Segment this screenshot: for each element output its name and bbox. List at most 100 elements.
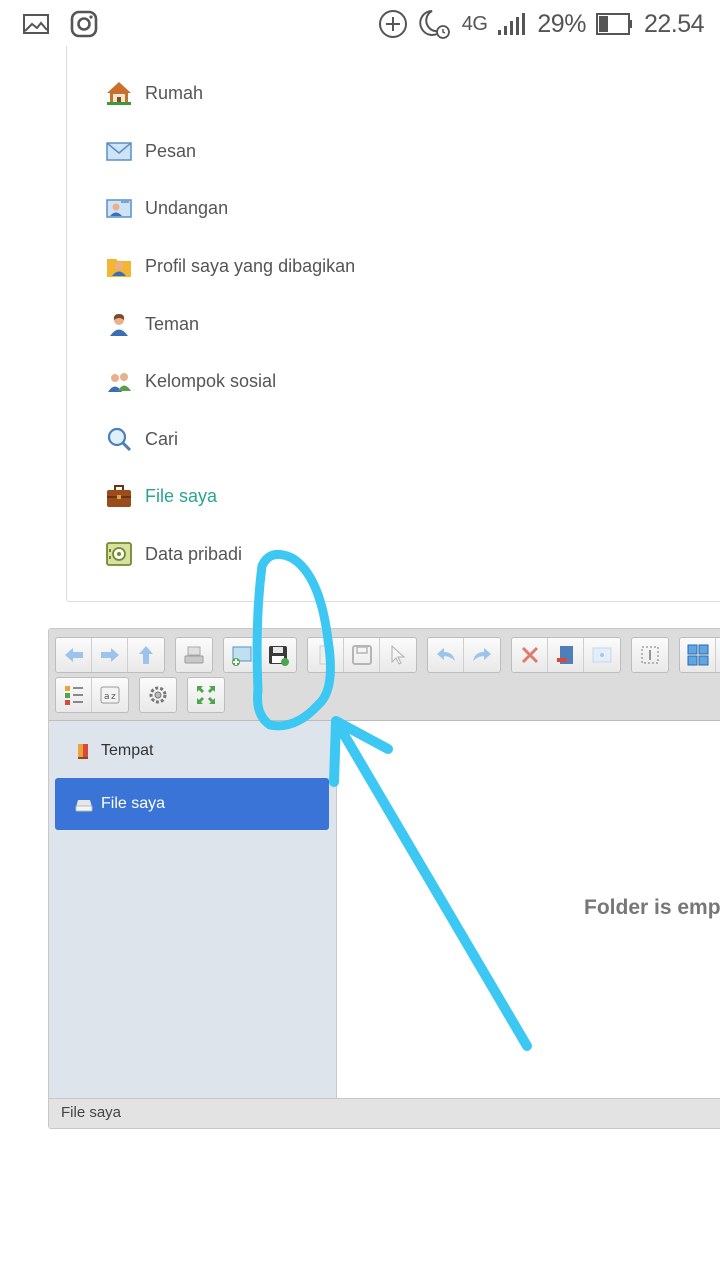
menu-item-label: Data pribadi [145,543,243,564]
svg-text:z: z [111,692,116,702]
drive-reload-icon [184,646,204,664]
add-image-icon [231,646,251,666]
back-button[interactable] [56,638,92,672]
clock: 22.54 [643,9,705,38]
menu-item-label: Rumah [145,82,204,103]
menu-item-file-saya[interactable]: File saya [105,479,217,513]
house-icon [107,82,131,105]
sidebar-item-file-saya[interactable]: File saya [55,778,329,830]
file-manager-sidebar: Tempat File saya [49,721,337,1099]
menu-item-rumah[interactable]: Rumah [105,76,203,110]
menu-item-profil[interactable]: Profil saya yang dibagikan [105,249,355,283]
file-list-area[interactable]: Folder is emp [338,721,720,1099]
menu-item-teman[interactable]: Teman [105,307,199,341]
menu-item-label: Undangan [145,197,229,218]
person-icon [110,314,128,336]
group-icon [108,373,131,392]
upload-button[interactable] [260,638,296,672]
fullscreen-button-group [187,677,225,713]
menu-item-label: File saya [145,485,218,506]
delete-x-icon [521,646,538,664]
floppy-add-icon [269,646,289,666]
file-manager-toolbar: az [49,629,720,721]
undo-button[interactable] [428,638,464,672]
status-path: File saya [61,1104,122,1121]
shared-profile-icon [107,259,131,277]
settings-button[interactable] [140,678,176,712]
drive-icon [75,800,93,812]
menu-item-data-pribadi[interactable]: Data pribadi [105,537,242,571]
forward-button[interactable] [92,638,128,672]
invitation-icon [106,199,132,218]
signal-icon [498,13,526,35]
image-icon [592,647,612,663]
save-button[interactable] [344,638,380,672]
gear-icon [149,686,167,704]
menu-item-cari[interactable]: Cari [105,422,178,456]
magnifier-icon [107,427,132,452]
status-bar: 4G 29% 22.54 [0,0,720,48]
selection-button-group [631,637,669,673]
list-view-button[interactable] [716,638,720,672]
menu-item-label: Teman [145,313,200,334]
reload-button-group [175,637,213,673]
view-image-button[interactable] [584,638,620,672]
new-folder-button[interactable] [224,638,260,672]
up-button[interactable] [128,638,164,672]
moon-alarm-icon [419,10,450,39]
sort-az-icon: az [100,686,120,704]
arrow-left-icon [64,648,83,662]
nav-button-group [55,637,165,673]
cursor-icon [391,644,406,665]
floppy-icon [351,645,372,665]
safe-icon [106,542,132,566]
arrow-right-icon [100,648,119,662]
grid-view-icon [687,644,708,666]
settings-button-group [139,677,177,713]
create-button-group [223,637,297,673]
network-type: 4G [461,12,488,35]
envelope-icon [106,142,132,161]
document-icon [319,645,332,665]
briefcase-icon [107,485,131,507]
rename-icon [556,646,573,664]
sidebar-item-label: Tempat [101,742,154,759]
instagram-icon [70,10,98,38]
select-button[interactable] [380,638,416,672]
undo-icon [436,648,455,661]
delete-button[interactable] [512,638,548,672]
file-manager-statusbar: File saya [49,1098,720,1128]
empty-folder-message: Folder is emp [584,896,720,919]
select-all-button[interactable] [632,638,668,672]
redo-icon [473,648,491,661]
menu-item-label: Cari [145,428,179,449]
icons-view-button[interactable] [680,638,716,672]
rename-button[interactable] [548,638,584,672]
fullscreen-button[interactable] [188,678,224,712]
add-circle-icon [378,10,407,38]
menu-item-kelompok[interactable]: Kelompok sosial [105,364,276,398]
battery-percent: 29% [537,9,586,38]
list-details-icon [64,686,83,705]
expand-icon [197,686,215,704]
menu-item-undangan[interactable]: Undangan [105,191,228,225]
edit-button-group [307,637,417,673]
menu-item-label: Kelompok sosial [145,370,277,391]
menu-item-label: Profil saya yang dibagikan [145,255,356,276]
sort-button-group: az [55,677,129,713]
sidebar-item-tempat[interactable]: Tempat [55,725,329,777]
battery-icon [595,13,632,35]
arrow-up-icon [139,646,153,664]
details-view-button[interactable] [56,678,92,712]
sort-button[interactable]: az [92,678,128,712]
open-button[interactable] [308,638,344,672]
menu-item-pesan[interactable]: Pesan [105,134,196,168]
reload-button[interactable] [176,638,212,672]
svg-text:a: a [104,692,110,702]
manage-button-group [511,637,621,673]
redo-button[interactable] [464,638,500,672]
file-manager: az Tempat File saya Folder is emp File s… [48,628,720,1129]
text-select-icon [641,646,659,664]
undo-button-group [427,637,501,673]
view-button-group [679,637,720,673]
